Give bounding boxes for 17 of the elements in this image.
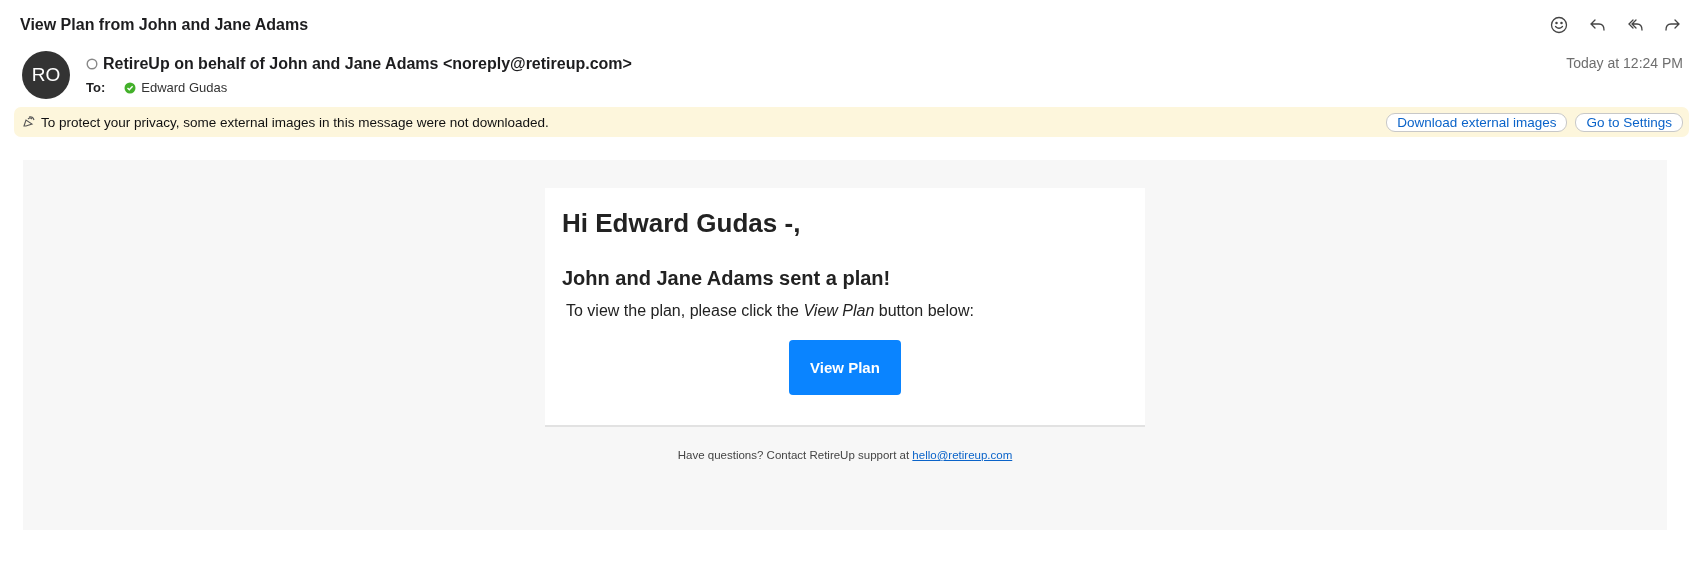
greeting: Hi Edward Gudas -, <box>562 208 802 239</box>
email-subject: View Plan from John and Jane Adams <box>20 16 309 34</box>
privacy-message: To protect your privacy, some external images in this message were not downloaded. <box>41 114 549 130</box>
support-text: Have questions? Contact RetireUp support at hello@retireup.com <box>677 449 1013 461</box>
email-date: Today at 12:24 PM <box>1566 54 1683 71</box>
banner-button[interactable]: Go to Settings <box>1575 112 1683 132</box>
email-heading: John and Jane Adams sent a plan! <box>562 267 892 290</box>
instruction-text: To view the plan, please click the View Plan button below: <box>566 302 975 320</box>
recipient-name[interactable]: Edward Gudas <box>141 80 228 95</box>
sender-avatar: RO <box>22 51 70 99</box>
sender-name: RetireUp on behalf of John and Jane Adams <noreply@retireup.com> <box>103 55 632 73</box>
banner-button[interactable]: Download external images <box>1386 112 1568 132</box>
view-plan-button[interactable]: View Plan <box>789 340 901 395</box>
support-email-link[interactable]: hello@retireup.com <box>912 449 1013 461</box>
emoji-icon[interactable] <box>1549 15 1569 35</box>
to-label: To: <box>86 80 106 95</box>
privacy-icon <box>22 115 36 129</box>
